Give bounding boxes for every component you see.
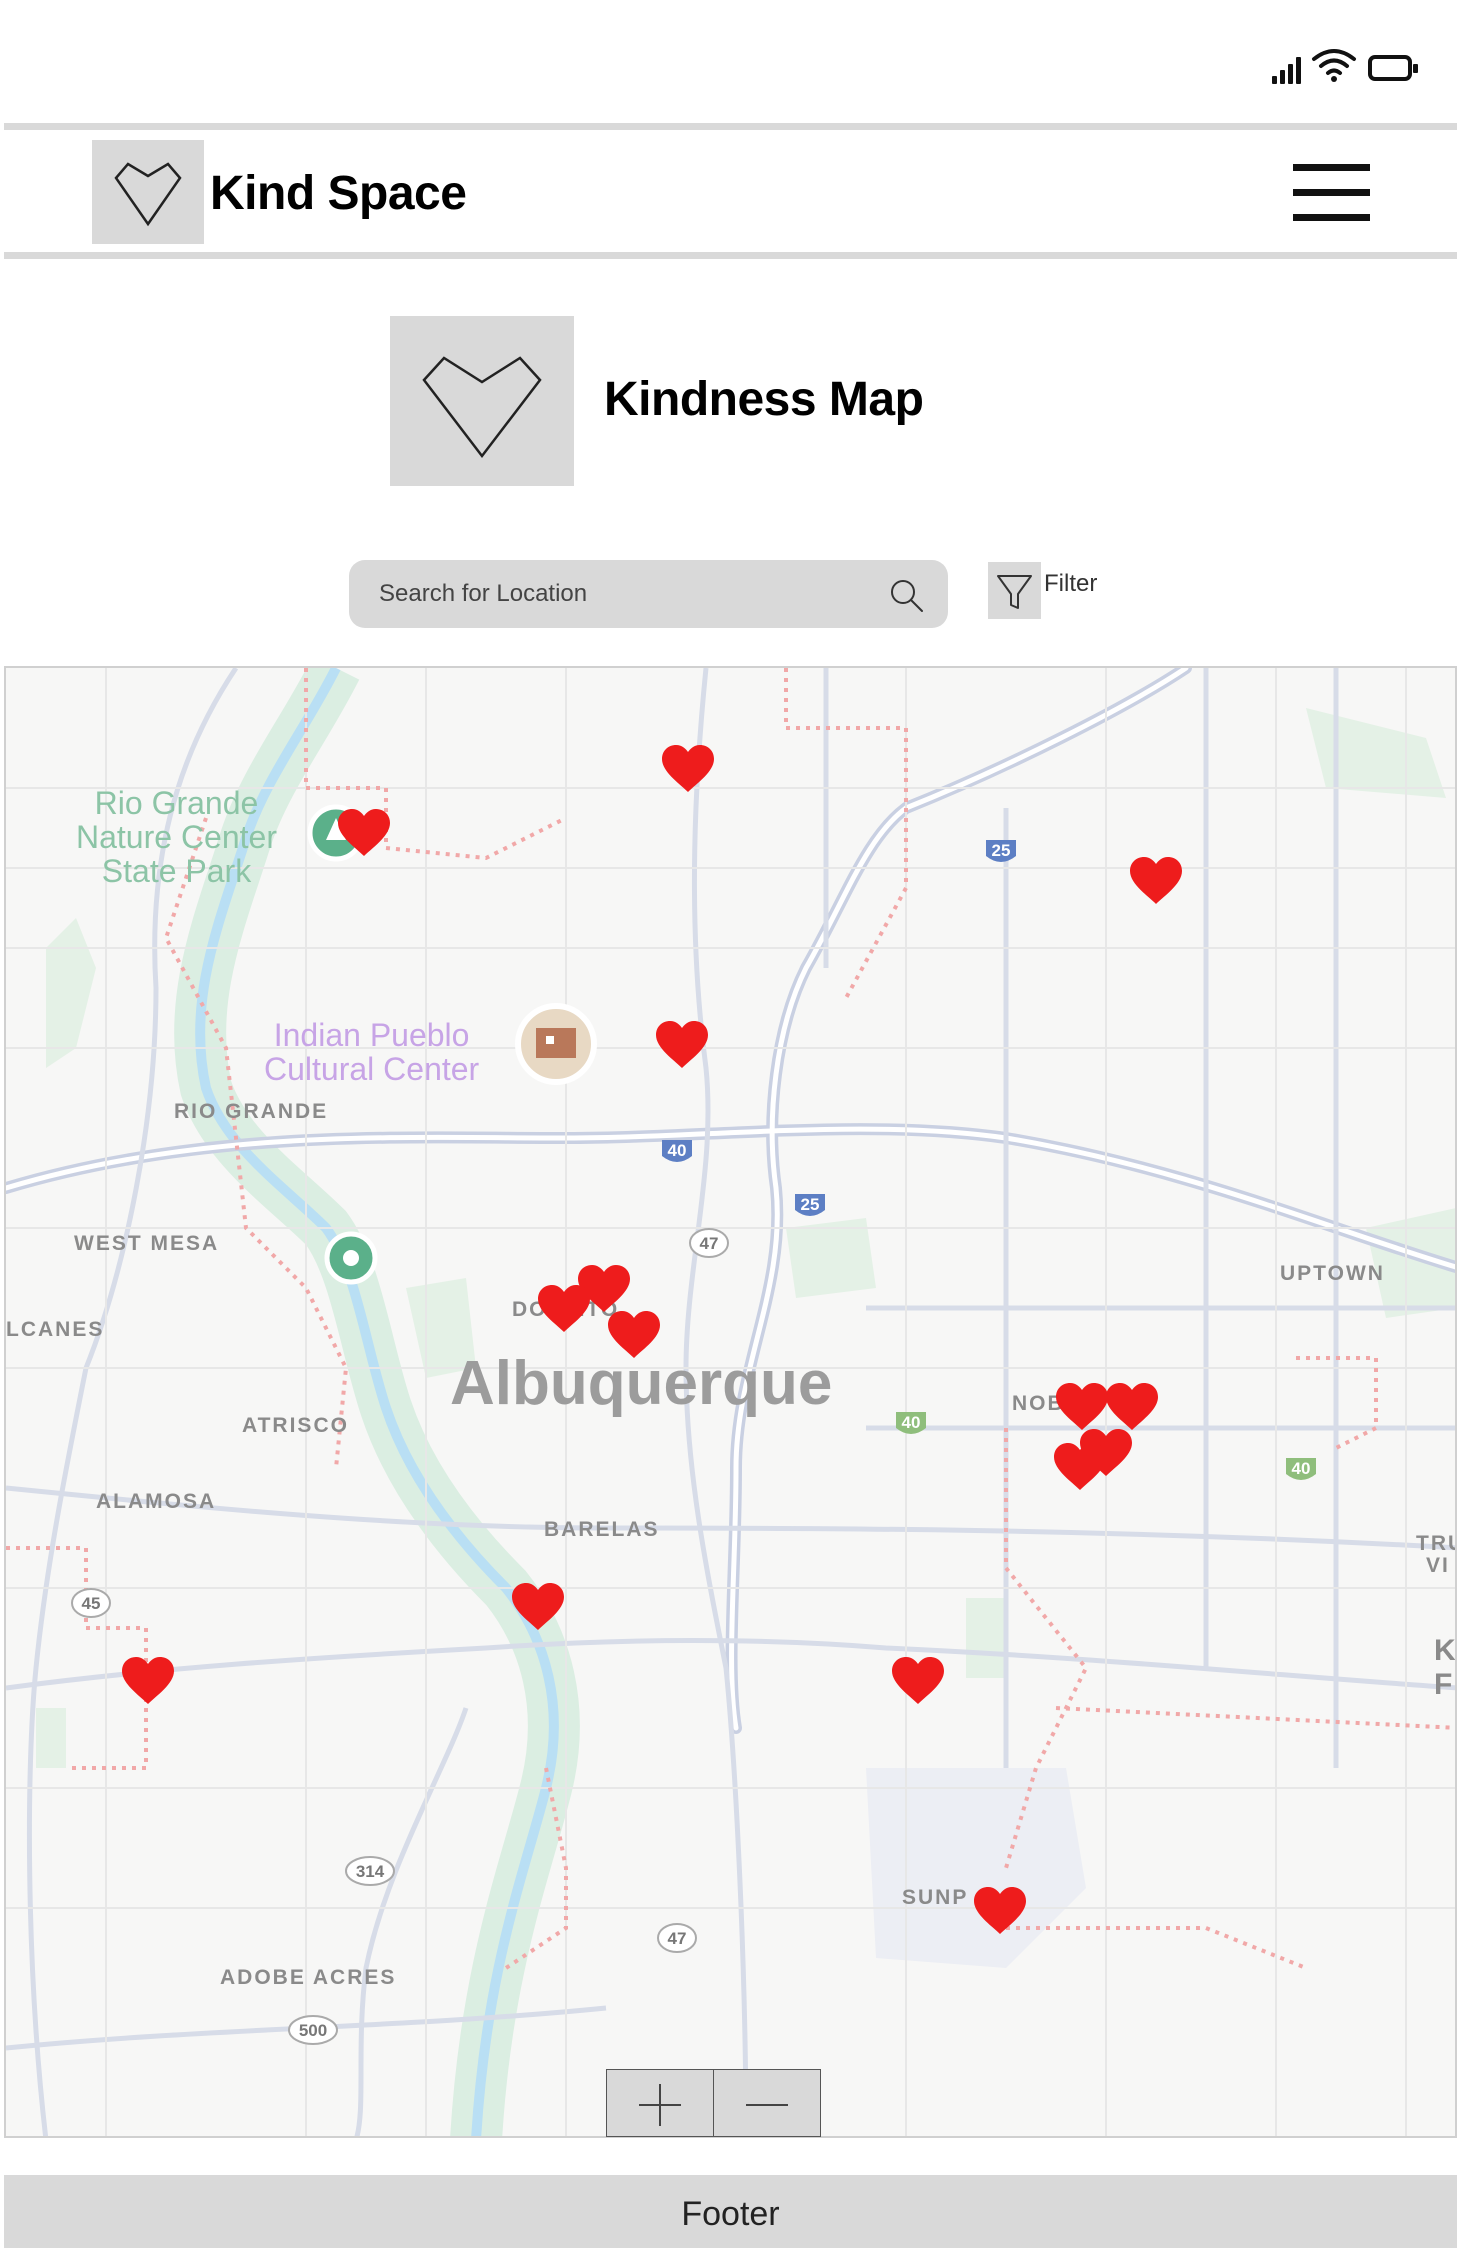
footer-text: Footer <box>681 2195 780 2233</box>
heart-marker-icon[interactable] <box>1128 856 1184 906</box>
garden-pin-icon <box>324 1231 378 1285</box>
area-label-alamosa: ALAMOSA <box>96 1490 217 1513</box>
area-label-kf-2: F <box>1434 1668 1455 1701</box>
location-search-input[interactable] <box>379 560 859 628</box>
heart-marker-icon[interactable] <box>536 1284 592 1334</box>
area-label-tru-1: TRU <box>1416 1532 1455 1555</box>
kindness-map-logo <box>390 316 574 486</box>
heart-marker-icon[interactable] <box>660 744 716 794</box>
business-40-shield-east: 40 <box>1286 1458 1316 1480</box>
svg-text:40: 40 <box>902 1413 921 1432</box>
area-label-kf-1: K <box>1434 1634 1457 1667</box>
interstate-40-shield-west: 40 <box>662 1140 692 1162</box>
heart-marker-icon[interactable] <box>1104 1382 1160 1432</box>
svg-text:40: 40 <box>1292 1459 1311 1478</box>
heart-marker-icon[interactable] <box>606 1310 662 1360</box>
app-title: Kind Space <box>210 167 467 220</box>
heart-marker-icon[interactable] <box>510 1582 566 1632</box>
area-label-adobe-acres: ADOBE ACRES <box>220 1966 397 1989</box>
filter-button[interactable] <box>988 562 1041 619</box>
zoom-out-button[interactable] <box>714 2070 820 2136</box>
header-divider-bottom <box>4 252 1457 259</box>
interstate-25-shield-south: 25 <box>795 1194 825 1216</box>
plus-icon <box>639 2084 681 2126</box>
hamburger-menu-button[interactable] <box>1290 160 1370 222</box>
area-label-sunport: SUNP <box>902 1886 969 1909</box>
nm-500-shield: 500 <box>299 2021 327 2040</box>
map-zoom-controls <box>606 2069 821 2137</box>
heart-marker-icon[interactable] <box>120 1656 176 1706</box>
svg-text:25: 25 <box>801 1195 820 1214</box>
heart-marker-icon[interactable] <box>890 1656 946 1706</box>
heart-marker-icon[interactable] <box>1054 1382 1110 1432</box>
nm-314-shield: 314 <box>356 1862 385 1881</box>
area-label-uptown: UPTOWN <box>1280 1262 1385 1285</box>
interstate-25-shield-north: 25 <box>986 840 1016 862</box>
minus-icon <box>746 2104 788 2106</box>
nm-47-shield-north: 47 <box>700 1234 719 1253</box>
wifi-icon <box>1312 49 1356 82</box>
location-search-bar <box>349 560 948 628</box>
business-40-shield-center: 40 <box>896 1412 926 1434</box>
status-bar <box>0 0 1461 120</box>
area-label-west-mesa: WEST MESA <box>74 1232 220 1255</box>
header-divider-top <box>4 123 1457 130</box>
cultural-center-photo-pin <box>515 1003 597 1085</box>
filter-label[interactable]: Filter <box>1044 570 1097 598</box>
area-label-barelas: BARELAS <box>544 1518 660 1541</box>
heart-marker-icon[interactable] <box>972 1886 1028 1936</box>
area-label-volcanes: LCANES <box>6 1318 105 1341</box>
park-label: Rio Grande Nature Center State Park <box>76 785 277 889</box>
heart-marker-icon[interactable] <box>336 808 392 858</box>
page-title: Kindness Map <box>604 373 924 426</box>
filter-funnel-icon <box>997 575 1032 609</box>
area-label-tru-2: VI <box>1426 1554 1450 1577</box>
heart-outline-icon <box>114 162 182 227</box>
area-label-atrisco: ATRISCO <box>242 1414 349 1437</box>
signal-icon <box>1272 52 1306 84</box>
app-logo[interactable] <box>92 140 204 244</box>
heart-outline-icon <box>422 356 542 459</box>
zoom-in-button[interactable] <box>607 2070 714 2136</box>
svg-text:25: 25 <box>992 841 1011 860</box>
search-icon[interactable] <box>887 576 927 616</box>
area-label-rio-grande: RIO GRANDE <box>174 1100 329 1123</box>
nm-47-shield-south: 47 <box>668 1929 687 1948</box>
heart-marker-icon[interactable] <box>1052 1442 1108 1492</box>
heart-marker-icon[interactable] <box>654 1020 710 1070</box>
svg-text:40: 40 <box>668 1141 687 1160</box>
kindness-map[interactable]: 25 25 40 40 40 47 47 45 314 500 Rio Gran… <box>4 666 1457 2138</box>
battery-icon <box>1368 55 1418 81</box>
nm-45-shield: 45 <box>82 1594 101 1613</box>
footer: Footer <box>4 2175 1457 2248</box>
cultural-center-label: Indian Pueblo Cultural Center <box>264 1017 480 1087</box>
